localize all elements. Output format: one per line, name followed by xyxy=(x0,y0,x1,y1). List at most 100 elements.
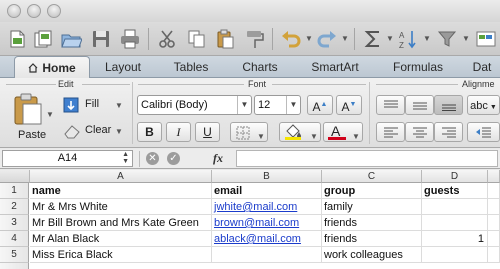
tab-tables[interactable]: Tables xyxy=(156,56,226,78)
paste-icon[interactable] xyxy=(212,26,238,52)
row-header[interactable]: 3 xyxy=(0,215,29,231)
cell-D2[interactable] xyxy=(422,199,488,215)
column-header[interactable]: D xyxy=(422,170,488,183)
tab-formulas[interactable]: Formulas xyxy=(376,56,460,78)
cell-D1[interactable]: guests xyxy=(422,183,488,199)
font-size-dropdown[interactable]: 12 ▼ xyxy=(254,95,301,115)
autosum-dropdown-icon[interactable]: ▼ xyxy=(386,34,394,43)
align-right-button[interactable] xyxy=(434,122,463,142)
cell-E2[interactable] xyxy=(488,199,500,215)
column-header[interactable] xyxy=(488,170,500,183)
borders-button[interactable]: ▼ xyxy=(230,122,268,142)
minimize-window-button[interactable] xyxy=(27,4,41,18)
cut-icon[interactable] xyxy=(154,26,180,52)
filter-dropdown-icon[interactable]: ▼ xyxy=(462,34,470,43)
filter-icon[interactable] xyxy=(434,26,460,52)
font-size-chevron-icon: ▼ xyxy=(286,96,300,114)
redo-dropdown-icon[interactable]: ▼ xyxy=(341,34,349,43)
cell-B1[interactable]: email xyxy=(212,183,322,199)
column-header[interactable]: C xyxy=(322,170,422,183)
tab-home[interactable]: Home xyxy=(14,56,90,78)
fill-button[interactable]: Fill ▼ xyxy=(63,96,125,116)
cell-B2[interactable]: jwhite@mail.com xyxy=(212,199,322,215)
cell-E5[interactable] xyxy=(488,247,500,263)
row-header[interactable]: 5 xyxy=(0,247,29,263)
tab-data[interactable]: Dat xyxy=(460,56,500,78)
new-document-icon[interactable] xyxy=(4,26,30,52)
insert-function-button[interactable]: fx xyxy=(213,151,223,166)
row-header[interactable] xyxy=(0,263,29,269)
cell-A5[interactable]: Miss Erica Black xyxy=(30,247,212,263)
font-name-dropdown[interactable]: Calibri (Body) ▼ xyxy=(137,95,252,115)
open-folder-icon[interactable] xyxy=(58,26,84,52)
align-left-button[interactable] xyxy=(376,122,405,142)
paste-dropdown-icon[interactable]: ▼ xyxy=(46,110,54,119)
fill-color-button[interactable]: ▼ xyxy=(279,122,321,142)
cell-D4[interactable]: 1 xyxy=(422,231,488,247)
cell-C2[interactable]: family xyxy=(322,199,422,215)
clear-button[interactable]: Clear ▼ xyxy=(63,122,125,142)
cell-C1[interactable]: group xyxy=(322,183,422,199)
paste-button[interactable]: Paste xyxy=(10,92,50,144)
cell-B3[interactable]: brown@mail.com xyxy=(212,215,322,231)
cell-A1[interactable]: name xyxy=(30,183,212,199)
font-name-value: Calibri (Body) xyxy=(141,99,208,111)
column-header[interactable]: B xyxy=(212,170,322,183)
name-box[interactable]: A14 ▲ ▼ xyxy=(2,150,133,167)
autosum-icon[interactable] xyxy=(360,26,386,52)
confirm-entry-icon[interactable]: ✓ xyxy=(167,152,180,165)
row-header[interactable]: 4 xyxy=(0,231,29,247)
align-bottom-button[interactable] xyxy=(434,95,463,115)
gallery-icon[interactable] xyxy=(472,26,498,52)
tab-smartart[interactable]: SmartArt xyxy=(294,56,376,78)
tab-layout[interactable]: Layout xyxy=(90,56,156,78)
format-painter-icon[interactable] xyxy=(242,26,268,52)
sort-icon[interactable]: AZ xyxy=(395,26,421,52)
decrease-indent-button[interactable] xyxy=(467,122,500,142)
grow-font-button[interactable]: A▲ xyxy=(307,95,333,115)
row-header[interactable]: 2 xyxy=(0,199,29,215)
align-center-button[interactable] xyxy=(405,122,434,142)
templates-icon[interactable] xyxy=(30,26,56,52)
cancel-entry-icon[interactable]: ✕ xyxy=(146,152,159,165)
zoom-window-button[interactable] xyxy=(47,4,61,18)
cell-A4[interactable]: Mr Alan Black xyxy=(30,231,212,247)
close-window-button[interactable] xyxy=(7,4,21,18)
row-header[interactable]: 1 xyxy=(0,183,29,199)
formula-input[interactable] xyxy=(236,150,498,167)
align-right-icon xyxy=(442,127,456,138)
cell-E1[interactable] xyxy=(488,183,500,199)
copy-icon[interactable] xyxy=(184,26,210,52)
underline-button[interactable]: U xyxy=(195,122,220,142)
cell-D5[interactable] xyxy=(422,247,488,263)
italic-button[interactable]: I xyxy=(166,122,191,142)
cell-B5[interactable] xyxy=(212,247,322,263)
cell-D3[interactable] xyxy=(422,215,488,231)
svg-text:Z: Z xyxy=(399,41,404,50)
cell-A2[interactable]: Mr & Mrs White xyxy=(30,199,212,215)
font-color-button[interactable]: A ▼ xyxy=(323,122,363,142)
cell-C3[interactable]: friends xyxy=(322,215,422,231)
save-icon[interactable] xyxy=(88,26,114,52)
column-header[interactable]: A xyxy=(30,170,212,183)
fill-down-icon xyxy=(63,97,79,113)
sort-dropdown-icon[interactable]: ▼ xyxy=(423,34,431,43)
cell-E4[interactable] xyxy=(488,231,500,247)
borders-icon xyxy=(236,126,250,140)
bold-button[interactable]: B xyxy=(137,122,162,142)
cell-E3[interactable] xyxy=(488,215,500,231)
cell-C5[interactable]: work colleagues xyxy=(322,247,422,263)
undo-icon[interactable] xyxy=(278,26,304,52)
redo-icon[interactable] xyxy=(314,26,340,52)
cell-B4[interactable]: ablack@mail.com xyxy=(212,231,322,247)
align-top-button[interactable] xyxy=(376,95,405,115)
shrink-font-button[interactable]: A▼ xyxy=(336,95,362,115)
cell-A3[interactable]: Mr Bill Brown and Mrs Kate Green xyxy=(30,215,212,231)
tab-charts[interactable]: Charts xyxy=(226,56,294,78)
undo-dropdown-icon[interactable]: ▼ xyxy=(305,34,313,43)
wrap-text-button[interactable]: abc ▼ xyxy=(467,95,500,115)
align-middle-button[interactable] xyxy=(405,95,434,115)
print-icon[interactable] xyxy=(117,26,143,52)
select-all-corner[interactable] xyxy=(0,170,30,183)
cell-C4[interactable]: friends xyxy=(322,231,422,247)
